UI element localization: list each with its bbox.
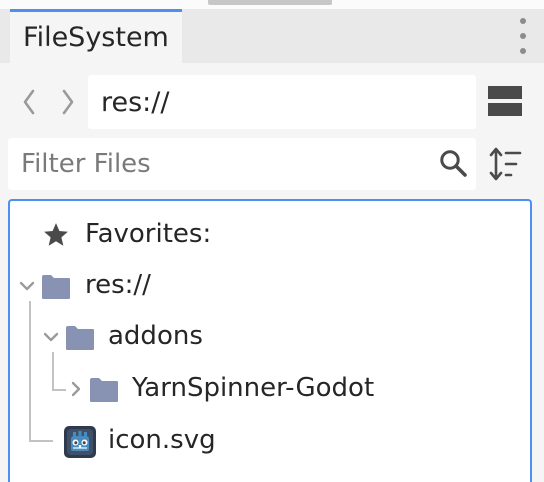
sort-icon: [489, 147, 522, 181]
kebab-menu-icon[interactable]: [516, 17, 530, 55]
chevron-left-icon: [23, 89, 35, 115]
tree-item-label: addons: [108, 321, 203, 351]
path-field[interactable]: res://: [88, 75, 476, 129]
filter-field[interactable]: [8, 138, 476, 190]
top-scroll-grip[interactable]: [208, 0, 332, 5]
folder-icon: [65, 325, 95, 351]
sort-button[interactable]: [488, 145, 522, 183]
forward-button[interactable]: [55, 84, 81, 120]
tree-item-label: res://: [85, 270, 151, 300]
tree-guide-line: [52, 352, 54, 390]
folder-icon: [41, 274, 71, 300]
favorites-label: Favorites:: [85, 219, 212, 249]
tab-filesystem[interactable]: FileSystem: [10, 9, 182, 63]
split-layout-button[interactable]: [488, 86, 522, 116]
tab-label: FileSystem: [23, 22, 169, 53]
tree-guide-line: [29, 440, 53, 442]
chevron-right-icon: [62, 89, 74, 115]
back-button[interactable]: [16, 84, 42, 120]
filter-files-input[interactable]: [8, 138, 424, 190]
tree-guide-line: [52, 389, 66, 391]
path-value: res://: [101, 87, 170, 118]
tree-item-label: icon.svg: [108, 425, 216, 455]
chevron-right-icon[interactable]: [67, 380, 85, 398]
chevron-down-icon[interactable]: [42, 328, 60, 346]
search-icon: [438, 148, 468, 178]
tree-guide-line: [29, 301, 31, 441]
chevron-down-icon[interactable]: [18, 277, 36, 295]
dock-tab-bar: FileSystem: [0, 9, 544, 63]
star-icon: [42, 221, 70, 249]
folder-icon: [89, 377, 119, 403]
godot-logo-icon: [64, 426, 96, 458]
tree-item-label: YarnSpinner-Godot: [132, 373, 375, 403]
